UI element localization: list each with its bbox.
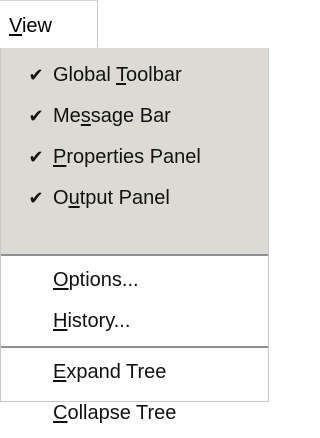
- menu-item-options[interactable]: Options...: [1, 260, 268, 301]
- options-group: Options... History...: [1, 256, 268, 346]
- tree-group: Expand Tree Collapse Tree: [1, 348, 268, 438]
- checkmark-icon: ✔: [28, 188, 44, 208]
- menu-item-output-panel[interactable]: ✔ Output Panel: [1, 178, 268, 219]
- toggle-items-group: ✔ Global Toolbar ✔ Message Bar ✔ Propert…: [1, 48, 268, 254]
- checkmark-icon: ✔: [28, 147, 44, 167]
- menu-item-label: History...: [53, 310, 131, 332]
- menu-item-expand-tree[interactable]: Expand Tree: [1, 352, 268, 393]
- menu-item-label: Output Panel: [53, 187, 170, 209]
- menu-item-label: Properties Panel: [53, 146, 201, 168]
- menu-item-global-toolbar[interactable]: ✔ Global Toolbar: [1, 55, 268, 96]
- menu-item-label: Expand Tree: [53, 361, 167, 383]
- menu-view[interactable]: View: [0, 0, 98, 47]
- checkmark-icon: ✔: [28, 106, 44, 126]
- menu-item-label: Global Toolbar: [53, 64, 182, 86]
- menu-item-label: Collapse Tree: [53, 402, 177, 424]
- menu-view-label: View: [9, 15, 52, 37]
- view-menu-dropdown: ✔ Global Toolbar ✔ Message Bar ✔ Propert…: [0, 48, 269, 424]
- menu-item-message-bar[interactable]: ✔ Message Bar: [1, 96, 268, 137]
- menu-item-label: Options...: [53, 269, 139, 291]
- menu-item-label: Message Bar: [53, 105, 171, 127]
- menu-item-properties-panel[interactable]: ✔ Properties Panel: [1, 137, 268, 178]
- checkmark-icon: ✔: [28, 65, 44, 85]
- menu-item-history[interactable]: History...: [1, 301, 268, 342]
- menu-item-collapse-tree[interactable]: Collapse Tree: [1, 393, 268, 434]
